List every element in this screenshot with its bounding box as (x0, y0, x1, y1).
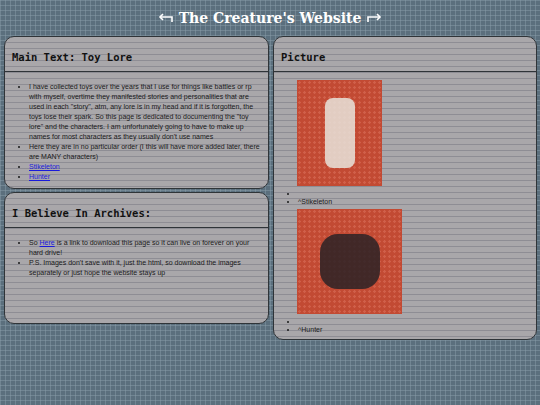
character-link[interactable]: Hunter (29, 173, 50, 180)
empty-bullet (298, 189, 536, 197)
card-heading: I Believe In Archives: (5, 193, 268, 228)
lore-item: Hunter (29, 172, 260, 182)
card-heading: Picture (274, 37, 536, 72)
page: The Creature's Website Main Text: Toy Lor… (0, 0, 540, 405)
archive-item: So Here is a link to download this page … (29, 238, 260, 258)
site-title: The Creature's Website (179, 10, 362, 26)
picture-entry: ^Hunter (274, 209, 536, 335)
forward-arrow-icon (366, 12, 382, 24)
caption-list: ^Stikeleton (274, 189, 536, 207)
download-link[interactable]: Here (40, 239, 55, 246)
return-arrow-icon (158, 12, 174, 24)
lore-text: Here they are in no particular order (I … (29, 143, 260, 160)
toy-figure (320, 234, 380, 289)
archive-list: So Here is a link to download this page … (5, 238, 260, 278)
left-column: Main Text: Toy Lore I have collected toys… (4, 36, 269, 324)
lore-text: I have collected toys over the years tha… (29, 83, 253, 140)
site-header: The Creature's Website (0, 0, 540, 36)
picture-card: Picture ^Stikeleton ^Hunter (273, 36, 537, 340)
lore-list: I have collected toys over the years tha… (5, 82, 260, 182)
character-link[interactable]: Stikeleton (29, 163, 60, 170)
toy-figure (325, 98, 355, 168)
lore-item: Here they are in no particular order (I … (29, 142, 260, 162)
card-heading: Main Text: Toy Lore (5, 37, 268, 72)
lore-card: Main Text: Toy Lore I have collected toys… (4, 36, 269, 189)
picture-caption: ^Hunter (298, 325, 536, 335)
empty-bullet (298, 317, 536, 325)
content-columns: Main Text: Toy Lore I have collected toys… (0, 36, 540, 340)
archive-card: I Believe In Archives: So Here is a link … (4, 192, 269, 324)
lore-item: Stikeleton (29, 162, 260, 172)
toy-photo (297, 209, 402, 314)
archive-item: P.S. Images don't save with it, just the… (29, 258, 260, 278)
caption-list: ^Hunter (274, 317, 536, 335)
picture-caption: ^Stikeleton (298, 197, 536, 207)
picture-list: ^Stikeleton ^Hunter (274, 72, 536, 339)
picture-entry: ^Stikeleton (274, 80, 536, 207)
toy-photo (297, 80, 382, 186)
lore-item: I have collected toys over the years tha… (29, 82, 260, 142)
